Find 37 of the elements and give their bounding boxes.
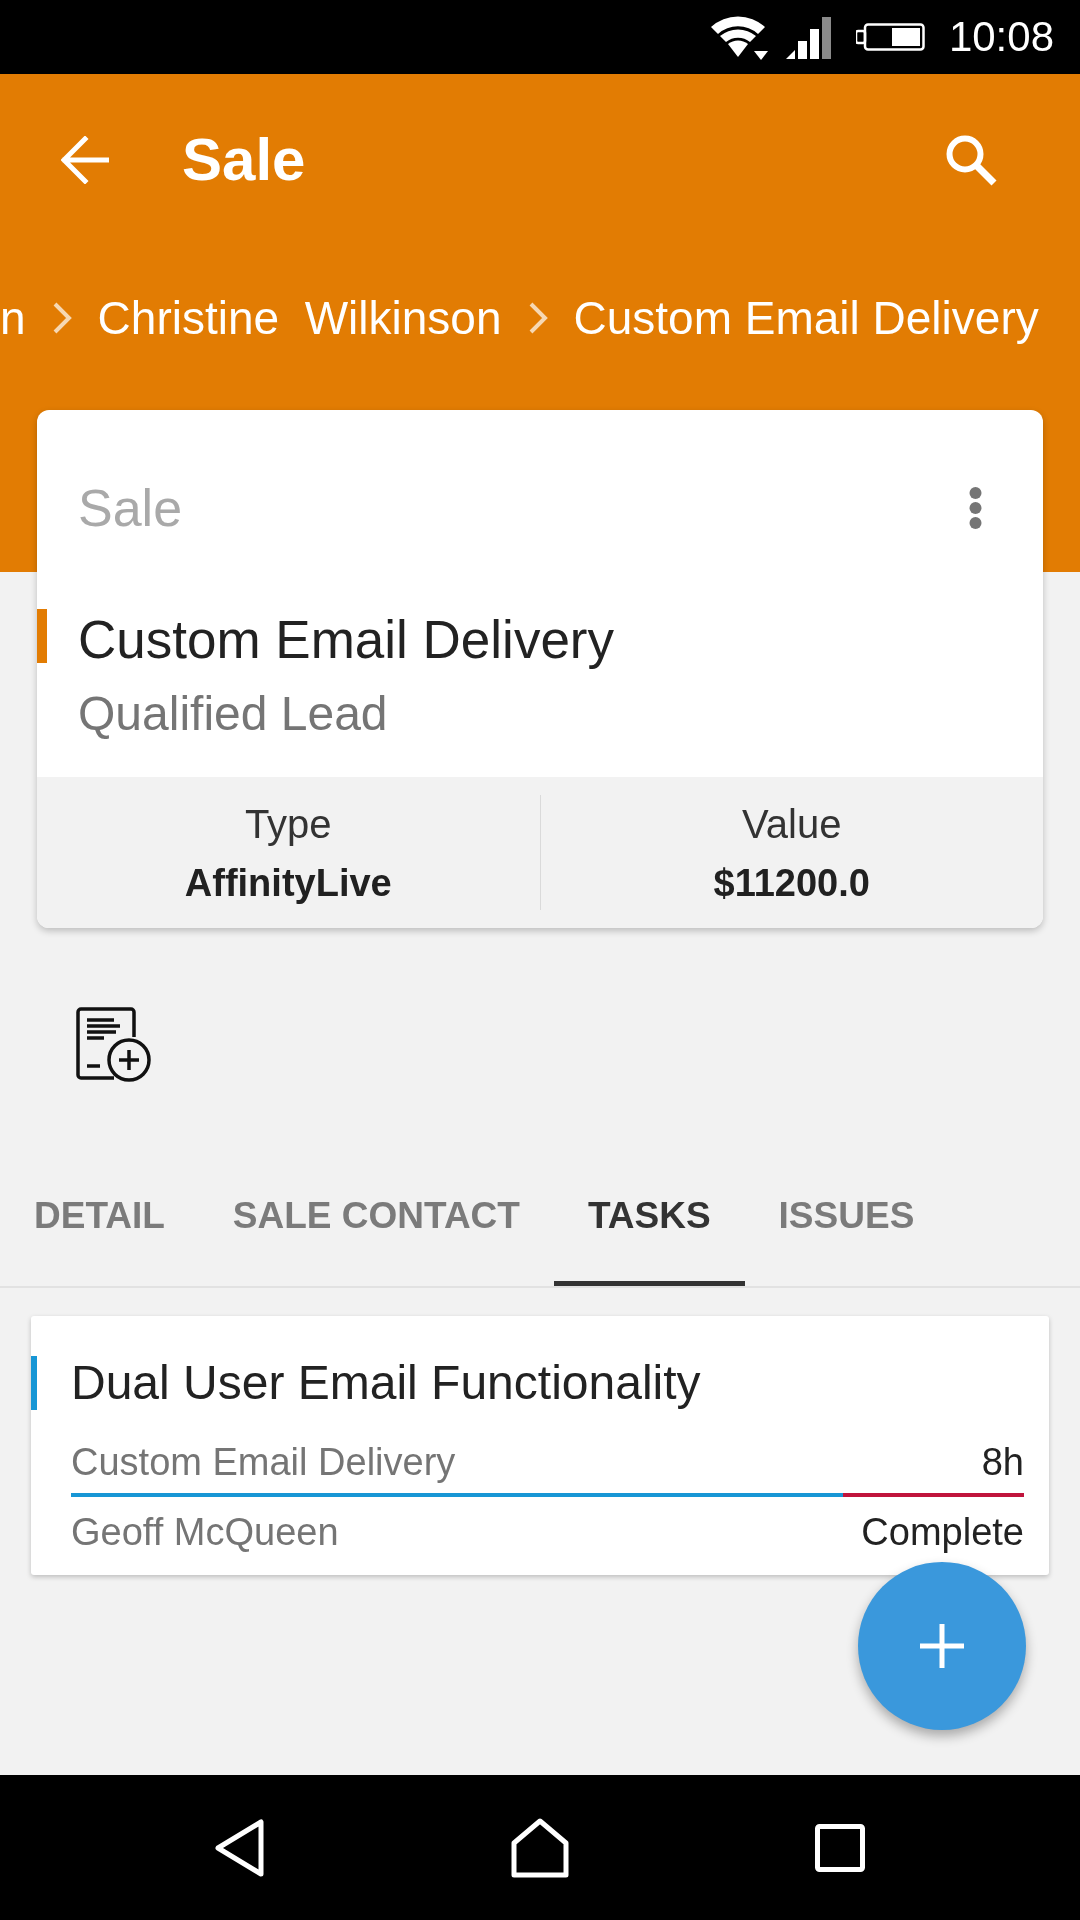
arrow-left-icon[interactable] — [61, 136, 109, 184]
status-time: 10:08 — [948, 13, 1054, 61]
sale-stage: Qualified Lead — [78, 686, 389, 742]
field-value: AffinityLive — [184, 860, 392, 906]
battery-icon — [855, 23, 925, 51]
task-sale: Custom Email Delivery — [71, 1440, 456, 1485]
task-hours: 8h — [981, 1440, 1024, 1485]
more-icon[interactable] — [968, 486, 983, 530]
field-value: $11200.0 — [713, 860, 870, 906]
tab[interactable]: SALE CONTACT — [198, 1151, 554, 1286]
card-heading: Sale — [78, 478, 183, 539]
task-assignee: Geoff McQueen — [71, 1510, 339, 1555]
search-icon[interactable] — [945, 134, 997, 186]
breadcrumb-link[interactable]: n — [0, 290, 26, 346]
document-add-icon[interactable] — [76, 1007, 152, 1083]
plus-icon — [920, 1624, 964, 1668]
breadcrumb-link[interactable]: Custom Email Delivery — [573, 290, 1039, 346]
accent-bar — [31, 1356, 37, 1410]
square-icon[interactable] — [815, 1823, 865, 1872]
tab[interactable]: DETAIL — [0, 1151, 199, 1286]
field-label: Type — [244, 800, 332, 848]
breadcrumb-link[interactable]: Christine Wilkinson — [97, 290, 502, 346]
back-triangle-icon[interactable] — [215, 1818, 265, 1877]
chevron-right-icon — [527, 301, 548, 335]
accent-bar — [37, 609, 47, 663]
chevron-right-icon — [51, 301, 72, 335]
add-button[interactable] — [858, 1562, 1026, 1730]
signal-icon — [785, 15, 831, 59]
task-card[interactable]: Dual User Email Functionality Custom Email Delivery 8h Geoff McQueen Complete — [31, 1316, 1049, 1575]
home-icon[interactable] — [511, 1817, 569, 1878]
task-status: Complete — [861, 1510, 1024, 1555]
sale-title: Custom Email Delivery — [78, 609, 614, 671]
field-label: Value — [742, 800, 842, 848]
tab[interactable]: TASKS — [553, 1151, 745, 1286]
app-bar-title: Sale — [182, 125, 307, 195]
tab[interactable]: ISSUES — [744, 1151, 949, 1286]
task-title: Dual User Email Functionality — [71, 1355, 701, 1411]
